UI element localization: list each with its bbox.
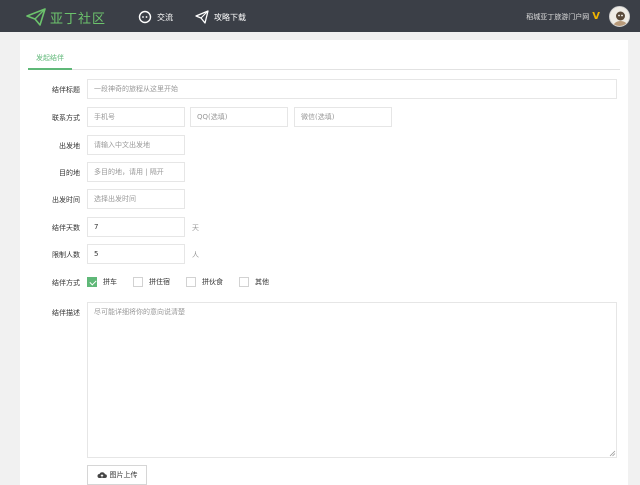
main-panel: 发起结伴 结伴标题 联系方式 出发地 目的地 出发时间 结伴天数 天 限制人数 …: [20, 40, 628, 485]
resize-grip-icon[interactable]: [609, 450, 616, 457]
checkbox-carpool-label[interactable]: 拼车: [103, 277, 117, 287]
nav-label-chat: 交流: [157, 12, 173, 22]
depart-time-label: 出发时间: [52, 196, 80, 204]
qq-input[interactable]: [190, 107, 288, 127]
user-avatar[interactable]: [609, 6, 630, 27]
image-upload-label: 图片上传: [109, 471, 138, 479]
depart-time-input[interactable]: [87, 189, 185, 209]
days-unit: 天: [192, 224, 199, 232]
nav-label-guide-download: 攻略下载: [214, 12, 246, 22]
description-textarea[interactable]: [87, 302, 617, 458]
cloud-upload-icon: [97, 472, 107, 478]
verified-badge: V: [592, 11, 600, 22]
contact-label: 联系方式: [52, 114, 80, 122]
chat-bubble-icon: [138, 10, 152, 24]
description-label: 结伴描述: [52, 309, 80, 317]
mode-label: 结伴方式: [52, 279, 80, 287]
origin-input[interactable]: [87, 135, 185, 155]
people-label: 限制人数: [52, 251, 80, 259]
tab-create-companion[interactable]: 发起结伴: [28, 48, 72, 70]
checkbox-lodging-label[interactable]: 拼住宿: [149, 277, 170, 287]
checkbox-carpool[interactable]: [87, 277, 97, 287]
origin-label: 出发地: [59, 142, 80, 150]
portal-link-text: 稻城亚丁旅游门户网: [526, 12, 590, 21]
nav-item-chat[interactable]: 交流: [138, 9, 173, 25]
checkbox-meals[interactable]: [186, 277, 196, 287]
title-label: 结伴标题: [52, 86, 80, 94]
people-input[interactable]: [87, 244, 185, 264]
site-logo[interactable]: 亚丁社区: [26, 7, 106, 27]
people-unit: 人: [192, 251, 199, 259]
wechat-input[interactable]: [294, 107, 392, 127]
mode-checkbox-group: 拼车 拼住宿 拼伙食 其他: [87, 276, 285, 288]
days-label: 结伴天数: [52, 224, 80, 232]
title-input[interactable]: [87, 79, 617, 99]
checkbox-other-label[interactable]: 其他: [255, 277, 269, 287]
image-upload-button[interactable]: 图片上传: [87, 465, 147, 485]
checkbox-lodging[interactable]: [133, 277, 143, 287]
destination-input[interactable]: [87, 162, 185, 182]
tab-bar: 发起结伴: [28, 48, 620, 70]
nav-item-guide-download[interactable]: 攻略下载: [195, 9, 246, 25]
paper-plane-icon: [195, 10, 209, 24]
top-bar: 亚丁社区 交流 攻略下载 稻城亚丁旅游门户网 V: [0, 0, 640, 32]
paper-plane-logo-icon: [26, 8, 46, 26]
logo-text: 亚丁社区: [50, 11, 107, 27]
days-input[interactable]: [87, 217, 185, 237]
portal-link[interactable]: 稻城亚丁旅游门户网 V: [526, 11, 600, 22]
phone-input[interactable]: [87, 107, 185, 127]
destination-label: 目的地: [59, 169, 80, 177]
checkbox-other[interactable]: [239, 277, 249, 287]
checkbox-meals-label[interactable]: 拼伙食: [202, 277, 223, 287]
avatar-image-icon: [610, 7, 629, 26]
